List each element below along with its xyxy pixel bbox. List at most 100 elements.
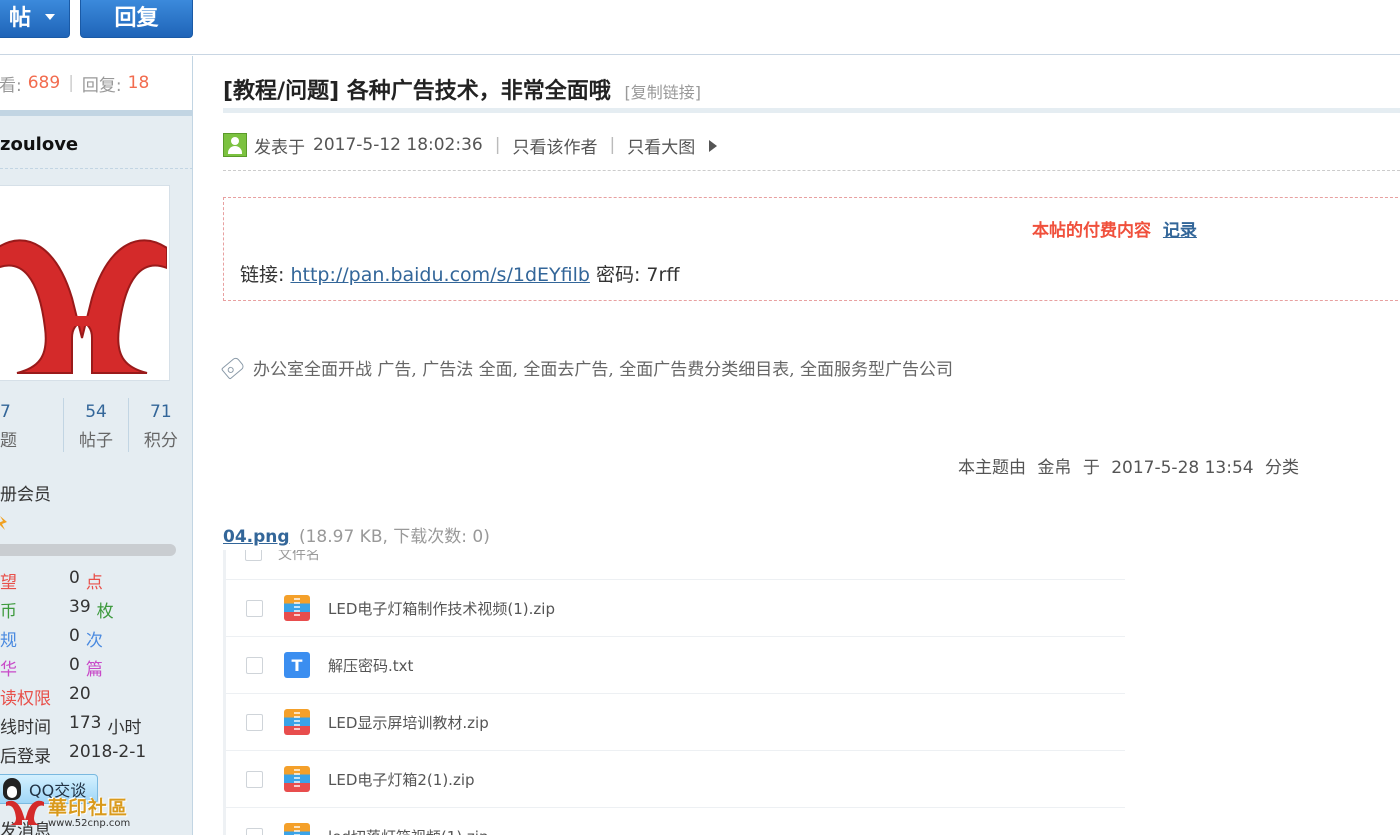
zip-icon <box>284 766 310 792</box>
info-row: 币 39 枚 <box>0 597 114 622</box>
attachment-row: 04.png (18.97 KB, 下载次数: 0) <box>223 522 490 547</box>
file-checkbox[interactable] <box>246 714 263 731</box>
count-posts-num: 54 <box>85 402 107 422</box>
file-checkbox[interactable] <box>246 600 263 617</box>
info-row: 线时间 173 小时 <box>0 713 141 738</box>
count-posts-label: 帖子 <box>79 431 114 451</box>
page-title: [教程/问题] 各种广告技术，非常全面哦 <box>223 79 611 104</box>
zip-icon <box>284 709 310 735</box>
link-label: 链接: <box>240 264 285 286</box>
attachment-meta: (18.97 KB, 下载次数: 0) <box>298 527 490 547</box>
avatar[interactable] <box>0 185 170 381</box>
info-key: 望 <box>0 573 17 593</box>
file-checkbox[interactable] <box>246 828 263 835</box>
tags-text[interactable]: 办公室全面开战 广告, 广告法 全面, 全面去广告, 全面广告费分类细目表, 全… <box>253 355 953 380</box>
paid-content-label: 本帖的付费内容 <box>1032 221 1151 241</box>
file-row[interactable]: LED显示屏培训教材.zip <box>226 694 1125 751</box>
info-value: 20 <box>69 684 91 704</box>
divider <box>223 170 1400 171</box>
classify-time: 2017-5-28 13:54 <box>1111 458 1254 478</box>
count-posts[interactable]: 54 帖子 <box>64 398 129 452</box>
file-row[interactable]: led切落灯箱视频(1).zip <box>226 808 1125 835</box>
file-checkbox[interactable] <box>246 657 263 674</box>
classify-user[interactable]: 金帛 <box>1037 458 1071 478</box>
count-threads[interactable]: 7 题 <box>0 398 65 452</box>
info-value: 173 <box>69 713 102 733</box>
tag-icon <box>220 355 246 380</box>
meta-divider: | <box>609 135 616 155</box>
file-row[interactable]: LED电子灯箱制作技术视频(1).zip <box>226 580 1125 637</box>
site-watermark: 華印社區 www.52cnp.com <box>0 788 140 834</box>
meta-divider: | <box>494 135 501 155</box>
pan-link[interactable]: http://pan.baidu.com/s/1dEYfilb <box>290 264 589 286</box>
info-value: 0 <box>69 626 80 646</box>
avatar-logo-icon <box>0 239 167 374</box>
title-stripe <box>223 108 1400 113</box>
select-all-checkbox[interactable] <box>245 550 262 561</box>
zip-icon <box>284 823 310 835</box>
file-checkbox[interactable] <box>246 771 263 788</box>
level-progress-bar <box>0 544 176 556</box>
author-only-link[interactable]: 只看该作者 <box>512 133 597 158</box>
file-name: LED电子灯箱制作技术视频(1).zip <box>328 600 555 618</box>
count-points-num: 71 <box>150 402 172 422</box>
info-row: 规 0 次 <box>0 626 103 651</box>
posted-label: 发表于 <box>254 137 305 158</box>
new-post-button[interactable]: 帖 <box>0 0 70 38</box>
thread-stats: 查看: 689 | 回复: 18 <box>0 56 192 110</box>
views-count: 689 <box>27 73 61 93</box>
posted-time: 2017-5-12 18:02:36 <box>313 135 483 155</box>
classify-at: 于 <box>1082 458 1100 478</box>
count-points-label: 积分 <box>143 431 178 451</box>
replies-label: 回复: <box>81 75 122 96</box>
post-meta: 发表于 2017-5-12 18:02:36 | 只看该作者 | 只看大图 <box>223 133 718 158</box>
post-main: [教程/问题] 各种广告技术，非常全面哦 [复制链接] 发表于 2017-5-1… <box>193 56 1400 835</box>
info-row: 华 0 篇 <box>0 655 103 680</box>
paid-content-box: 本帖的付费内容 记录 链接: http://pan.baidu.com/s/1d… <box>223 197 1400 301</box>
replies-count: 18 <box>127 73 150 93</box>
info-key: 币 <box>0 602 17 622</box>
reply-label: 回复 <box>114 6 159 31</box>
file-name: LED电子灯箱2(1).zip <box>328 771 475 789</box>
divider <box>0 168 192 169</box>
file-row[interactable]: LED电子灯箱2(1).zip <box>226 751 1125 808</box>
copy-link-button[interactable]: [复制链接] <box>624 83 701 102</box>
file-name-column-header: 文件名 <box>278 550 320 563</box>
info-key: 后登录 <box>0 747 51 767</box>
info-row: 后登录 2018-2-1 <box>0 742 152 767</box>
file-name: LED显示屏培训教材.zip <box>328 714 489 732</box>
big-image-link[interactable]: 只看大图 <box>627 133 695 158</box>
watermark-name: 華印社區 <box>48 797 129 819</box>
attachment-name-link[interactable]: 04.png <box>223 527 290 547</box>
classify-suffix: 分类 <box>1265 458 1299 478</box>
info-row: 读权限 20 <box>0 684 97 709</box>
info-row: 望 0 点 <box>0 568 103 593</box>
watermark-url: www.52cnp.com <box>48 818 131 829</box>
info-value: 39 <box>69 597 91 617</box>
info-unit: 小时 <box>107 718 142 738</box>
thread-title-row: [教程/问题] 各种广告技术，非常全面哦 [复制链接] <box>223 73 701 105</box>
paid-record-link[interactable]: 记录 <box>1163 221 1197 241</box>
file-name: 解压密码.txt <box>328 657 414 675</box>
info-key: 华 <box>0 660 17 680</box>
file-row[interactable]: T 解压密码.txt <box>226 637 1125 694</box>
classify-note: 本主题由 金帛 于 2017-5-28 13:54 分类 <box>958 453 1299 478</box>
reply-button[interactable]: 回复 <box>80 0 193 38</box>
paid-link-row: 链接: http://pan.baidu.com/s/1dEYfilb 密码: … <box>240 260 679 287</box>
author-sidebar: 查看: 689 | 回复: 18 zoulove 7 题 54 帖子 71 积分… <box>0 56 193 835</box>
zip-icon <box>284 595 310 621</box>
password-value: 7rff <box>646 264 680 286</box>
watermark-logo-icon <box>6 800 44 825</box>
info-unit: 点 <box>85 573 103 593</box>
count-points[interactable]: 71 积分 <box>129 398 192 452</box>
stats-divider: | <box>68 73 74 93</box>
file-name: led切落灯箱视频(1).zip <box>328 826 489 835</box>
user-group[interactable]: 册会员 <box>0 480 51 505</box>
play-arrow-icon[interactable] <box>709 140 718 152</box>
top-toolbar: 帖 回复 <box>0 0 1400 55</box>
tag-list: 办公室全面开战 广告, 广告法 全面, 全面去广告, 全面广告费分类细目表, 全… <box>220 355 953 380</box>
author-username[interactable]: zoulove <box>0 134 78 155</box>
info-key: 规 <box>0 631 17 651</box>
txt-icon: T <box>284 652 310 678</box>
classify-prefix: 本主题由 <box>958 458 1026 478</box>
